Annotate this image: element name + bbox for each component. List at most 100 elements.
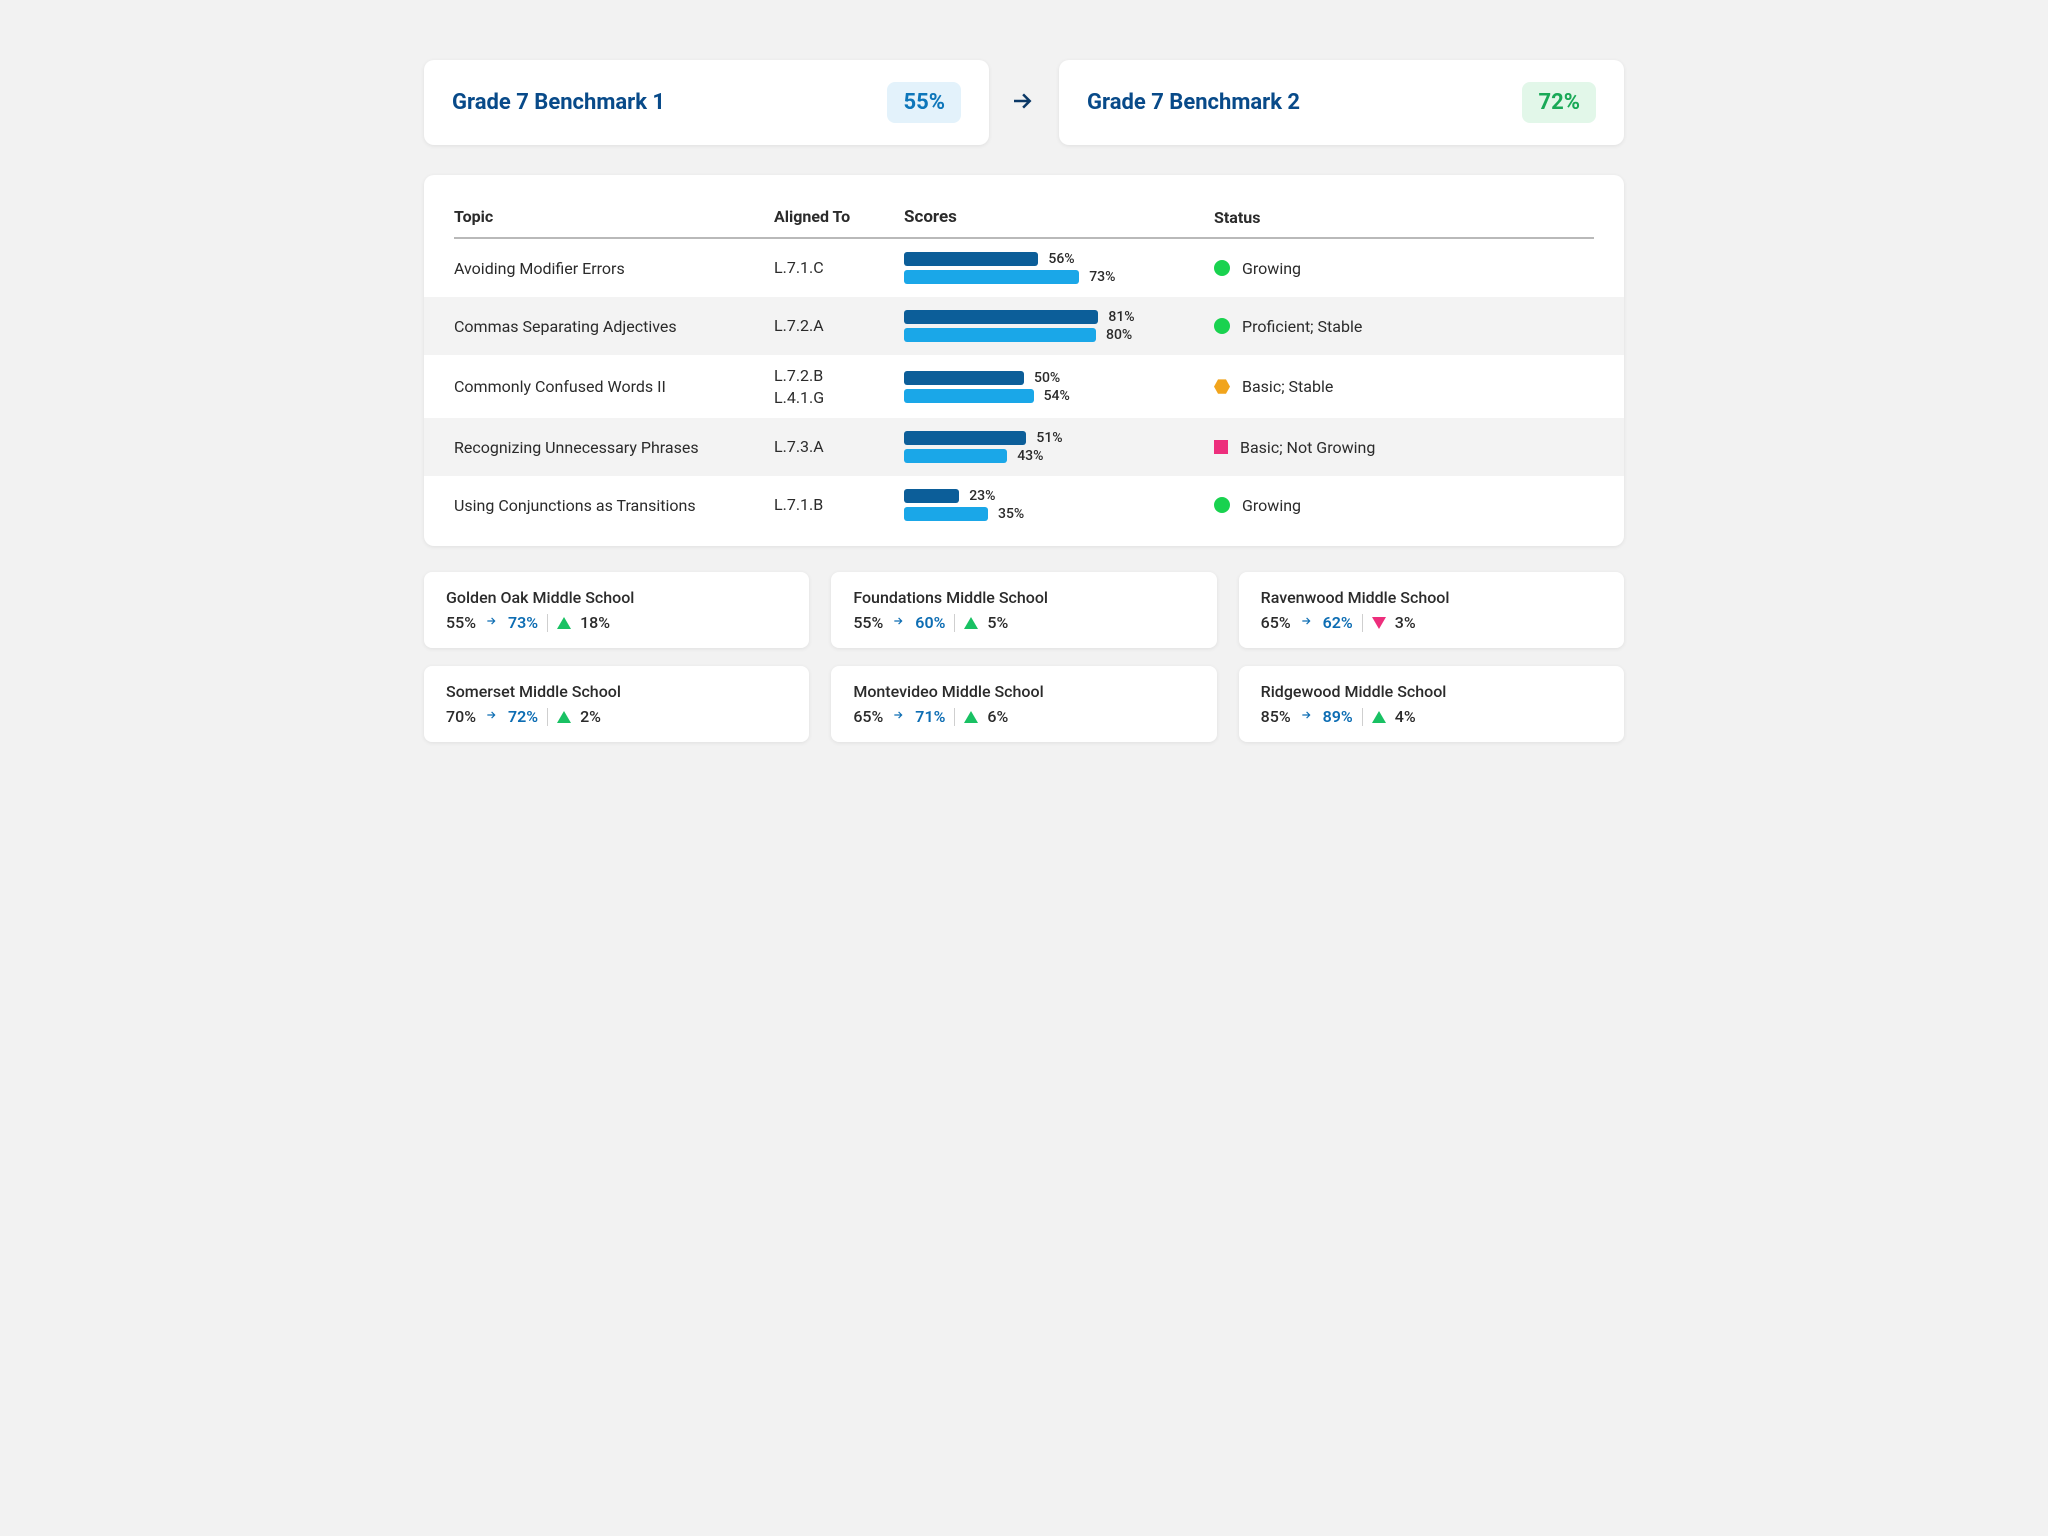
col-header-topic: Topic: [454, 207, 774, 227]
arrow-right-icon: [892, 613, 906, 632]
score-bar-label: 50%: [1034, 370, 1060, 386]
benchmark-card-before[interactable]: Grade 7 Benchmark 1 55%: [424, 60, 989, 145]
school-from-percent: 55%: [446, 613, 476, 632]
aligned-cell: L.7.2.A: [774, 315, 904, 337]
status-label: Growing: [1242, 259, 1301, 278]
score-bar-label: 81%: [1108, 309, 1134, 325]
score-bar-before: [904, 371, 1024, 385]
school-from-percent: 85%: [1261, 707, 1291, 726]
benchmark-percent: 55%: [887, 82, 961, 123]
arrow-right-icon: [485, 613, 499, 632]
schools-grid: Golden Oak Middle School 55% 73% 18% Foundat…: [424, 572, 1624, 742]
score-bar-after: [904, 328, 1096, 342]
col-header-aligned: Aligned To: [774, 207, 904, 227]
status-dot-icon: [1214, 260, 1230, 276]
status-label: Basic; Stable: [1242, 377, 1333, 396]
school-stats: 65%62%3%: [1261, 613, 1602, 632]
school-card[interactable]: Ridgewood Middle School 85% 89% 4%: [1239, 666, 1624, 742]
topic-cell: Avoiding Modifier Errors: [454, 259, 774, 278]
scores-cell: 81%80%: [904, 307, 1214, 345]
score-bar-after: [904, 270, 1079, 284]
arrow-right-icon: [1300, 613, 1314, 632]
divider: [954, 708, 955, 726]
status-label: Basic; Not Growing: [1240, 438, 1375, 457]
arrow-right-icon: [892, 707, 906, 726]
school-to-percent: 71%: [915, 707, 945, 726]
triangle-up-icon: [964, 711, 978, 723]
divider: [1362, 614, 1363, 632]
school-card[interactable]: Foundations Middle School55%60%5%: [831, 572, 1216, 648]
school-stats: 85% 89% 4%: [1261, 707, 1602, 726]
school-name: Somerset Middle School: [446, 682, 787, 701]
score-bar-before: [904, 431, 1026, 445]
status-dot-icon: [1214, 318, 1230, 334]
school-delta: 4%: [1395, 707, 1416, 726]
table-header: Topic Aligned To Scores Status: [454, 201, 1594, 239]
school-name: Golden Oak Middle School: [446, 588, 787, 607]
status-label: Proficient; Stable: [1242, 317, 1362, 336]
school-stats: 55% 73% 18%: [446, 613, 787, 632]
school-stats: 65% 71% 6%: [853, 707, 1194, 726]
school-card[interactable]: Montevideo Middle School 65% 71% 6%: [831, 666, 1216, 742]
school-to-percent: 89%: [1323, 707, 1353, 726]
topic-cell: Commas Separating Adjectives: [454, 317, 774, 336]
divider: [954, 614, 955, 632]
triangle-down-icon: [1372, 617, 1386, 629]
table-row[interactable]: Recognizing Unnecessary PhrasesL.7.3.A51…: [424, 418, 1624, 476]
school-delta: 18%: [580, 613, 610, 632]
status-hex-icon: [1214, 379, 1230, 395]
topics-table: Topic Aligned To Scores Status Avoiding …: [424, 175, 1624, 546]
school-from-percent: 70%: [446, 707, 476, 726]
table-row[interactable]: Using Conjunctions as TransitionsL.7.1.B…: [454, 476, 1594, 534]
school-card[interactable]: Somerset Middle School 70% 72% 2%: [424, 666, 809, 742]
table-row[interactable]: Avoiding Modifier ErrorsL.7.1.C56%73%Gro…: [454, 239, 1594, 297]
score-bar-after: [904, 389, 1034, 403]
school-card[interactable]: Ravenwood Middle School65%62%3%: [1239, 572, 1624, 648]
school-to-percent: 73%: [508, 613, 538, 632]
school-name: Montevideo Middle School: [853, 682, 1194, 701]
school-card[interactable]: Golden Oak Middle School 55% 73% 18%: [424, 572, 809, 648]
school-name: Ravenwood Middle School: [1261, 588, 1602, 607]
aligned-cell: L.7.3.A: [774, 436, 904, 458]
arrow-right-icon: [485, 707, 499, 726]
scores-cell: 56%73%: [904, 249, 1214, 287]
divider: [1362, 708, 1363, 726]
score-bar-before: [904, 252, 1038, 266]
table-row[interactable]: Commas Separating AdjectivesL.7.2.A81%80…: [424, 297, 1624, 355]
benchmark-percent: 72%: [1522, 82, 1596, 123]
col-header-status: Status: [1214, 207, 1594, 227]
status-label: Growing: [1242, 496, 1301, 515]
benchmark-card-after[interactable]: Grade 7 Benchmark 2 72%: [1059, 60, 1624, 145]
arrow-right-icon: [1009, 86, 1039, 120]
aligned-cell: L.7.2.BL.4.1.G: [774, 365, 904, 408]
status-cell: Proficient; Stable: [1214, 317, 1594, 336]
table-row[interactable]: Commonly Confused Words IIL.7.2.BL.4.1.G…: [454, 355, 1594, 418]
school-to-percent: 60%: [915, 613, 945, 632]
school-name: Ridgewood Middle School: [1261, 682, 1602, 701]
score-bar-before: [904, 489, 959, 503]
divider: [547, 708, 548, 726]
triangle-up-icon: [1372, 711, 1386, 723]
status-cell: Basic; Not Growing: [1214, 438, 1594, 457]
school-from-percent: 55%: [853, 613, 883, 632]
status-cell: Growing: [1214, 259, 1594, 278]
score-bar-label: 80%: [1106, 327, 1132, 343]
status-cell: Growing: [1214, 496, 1594, 515]
score-bar-label: 35%: [998, 506, 1024, 522]
school-delta: 6%: [987, 707, 1008, 726]
school-delta: 2%: [580, 707, 601, 726]
score-bar-label: 23%: [969, 488, 995, 504]
school-stats: 55%60%5%: [853, 613, 1194, 632]
school-name: Foundations Middle School: [853, 588, 1194, 607]
score-bar-label: 51%: [1036, 430, 1062, 446]
arrow-right-icon: [1300, 707, 1314, 726]
scores-cell: 23%35%: [904, 486, 1214, 524]
status-cell: Basic; Stable: [1214, 377, 1594, 396]
school-to-percent: 72%: [508, 707, 538, 726]
school-to-percent: 62%: [1323, 613, 1353, 632]
school-from-percent: 65%: [853, 707, 883, 726]
score-bar-label: 73%: [1089, 269, 1115, 285]
status-dot-icon: [1214, 497, 1230, 513]
school-delta: 3%: [1395, 613, 1416, 632]
benchmark-row: Grade 7 Benchmark 1 55% Grade 7 Benchmar…: [424, 60, 1624, 145]
